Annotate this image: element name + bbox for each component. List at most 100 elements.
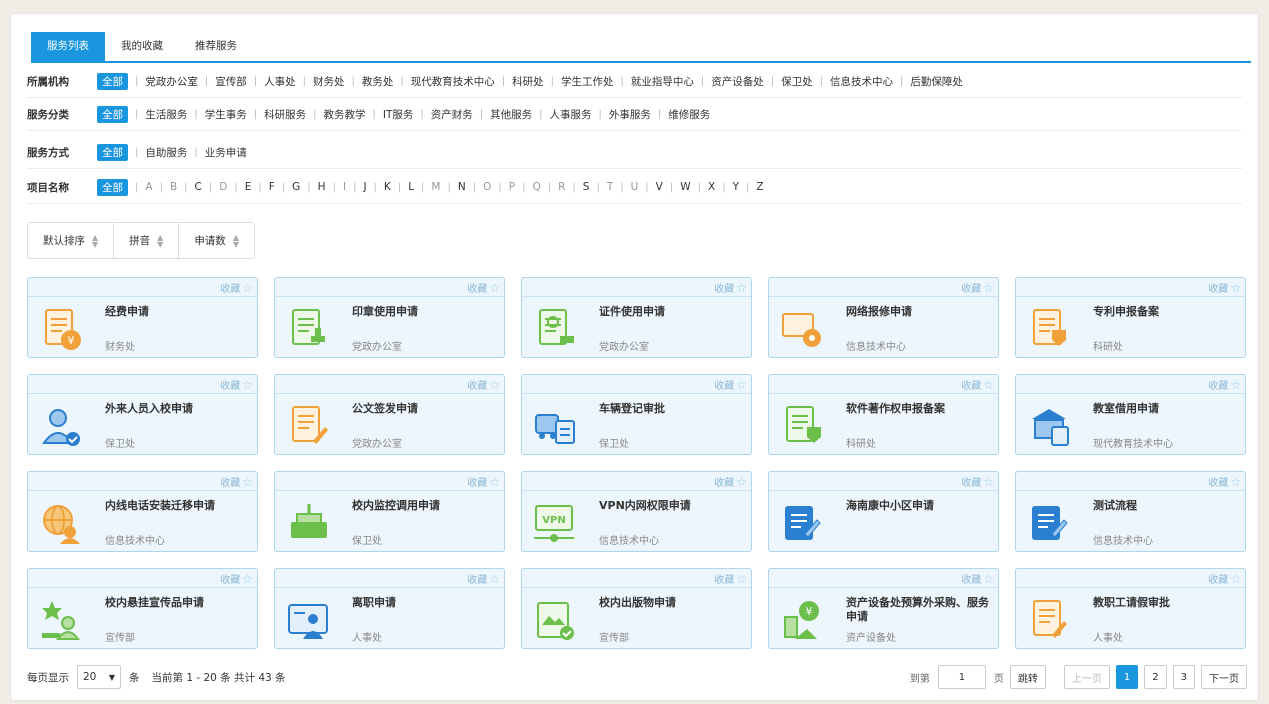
favorite-button[interactable]: 收藏 ☆ [467,474,500,490]
favorite-button[interactable]: 收藏 ☆ [1208,474,1241,490]
filter-item-org[interactable]: 信息技术中心 [830,74,893,89]
favorite-button[interactable]: 收藏 ☆ [220,571,253,587]
tab-recommended[interactable]: 推荐服务 [179,32,253,61]
goto-page-input[interactable]: 1 [937,665,986,689]
favorite-button[interactable]: 收藏 ☆ [714,571,747,587]
filter-item-name[interactable]: S [583,181,590,193]
favorite-button[interactable]: 收藏 ☆ [467,377,500,393]
filter-item-org[interactable]: 资产设备处 [711,74,764,89]
filter-item-method[interactable]: 业务申请 [205,145,247,160]
prev-page-button[interactable]: 上一页 [1063,665,1110,689]
filter-item-name[interactable]: F [269,181,275,193]
service-card[interactable]: 收藏 ☆ VPN VPN内网权限申请 信息技术中心 [521,471,752,552]
service-card[interactable]: 收藏 ☆ 海南康中小区申请 [768,471,999,552]
filter-item-org[interactable]: 现代教育技术中心 [411,74,495,89]
sort-default-button[interactable]: 默认排序 ▲ ▼ [28,223,115,258]
sort-pinyin-button[interactable]: 拼音 ▲ ▼ [114,223,180,258]
filter-item-org[interactable]: 学生工作处 [561,74,614,89]
favorite-button[interactable]: 收藏 ☆ [714,474,747,490]
filter-item-name[interactable]: P [509,181,515,193]
filter-item-category[interactable]: 学生事务 [205,107,247,122]
service-card[interactable]: 收藏 ☆ 离职申请 人事处 [274,568,505,649]
filter-item-org[interactable]: 教务处 [362,74,394,89]
tab-service-list[interactable]: 服务列表 [31,32,105,61]
filter-item-name[interactable]: L [408,181,414,193]
filter-item-name[interactable]: G [292,181,300,193]
filter-item-name[interactable]: T [607,181,613,193]
filter-item-name[interactable]: J [363,181,366,193]
filter-item-org[interactable]: 人事处 [264,74,296,89]
filter-item-name[interactable]: H [318,181,326,193]
page-button-1[interactable]: 1 [1115,665,1139,689]
service-card[interactable]: 收藏 ☆ 证件使用申请 党政办公室 [521,277,752,358]
favorite-button[interactable]: 收藏 ☆ [714,377,747,393]
filter-item-org[interactable]: 党政办公室 [145,74,198,89]
filter-item-org[interactable]: 后勤保障处 [910,74,963,89]
filter-item-name[interactable]: E [245,181,252,193]
favorite-button[interactable]: 收藏 ☆ [961,474,994,490]
filter-item-name[interactable]: D [219,181,227,193]
favorite-button[interactable]: 收藏 ☆ [714,280,747,296]
service-card[interactable]: 收藏 ☆ 公文签发申请 党政办公室 [274,374,505,455]
filter-item-name[interactable]: R [558,181,565,193]
filter-item-name[interactable]: Z [756,181,763,193]
service-card[interactable]: 收藏 ☆ 车辆登记审批 保卫处 [521,374,752,455]
filter-item-category[interactable]: 维修服务 [668,107,710,122]
favorite-button[interactable]: 收藏 ☆ [220,474,253,490]
page-button-2[interactable]: 2 [1144,665,1167,689]
tab-my-favorites[interactable]: 我的收藏 [105,32,179,61]
filter-item-name[interactable]: Q [532,181,540,193]
filter-item-name[interactable]: K [384,181,391,193]
service-card[interactable]: 收藏 ☆ 内线电话安装迁移申请 信息技术中心 [27,471,258,552]
filter-item-name[interactable]: I [343,181,346,193]
filter-item-org[interactable]: 全部 [97,72,128,90]
favorite-button[interactable]: 收藏 ☆ [1208,280,1241,296]
service-card[interactable]: 收藏 ☆ 软件著作权申报备案 科研处 [768,374,999,455]
favorite-button[interactable]: 收藏 ☆ [961,571,994,587]
service-card[interactable]: 收藏 ☆ 专利申报备案 科研处 [1015,277,1246,358]
filter-item-category[interactable]: 教务教学 [324,107,366,122]
filter-item-org[interactable]: 财务处 [313,74,345,89]
favorite-button[interactable]: 收藏 ☆ [220,280,253,296]
service-card[interactable]: 收藏 ☆ 校内出版物申请 宣传部 [521,568,752,649]
filter-item-method[interactable]: 全部 [97,143,128,161]
favorite-button[interactable]: 收藏 ☆ [961,377,994,393]
service-card[interactable]: 收藏 ☆ 校内悬挂宣传品申请 宣传部 [27,568,258,649]
filter-item-name[interactable]: W [680,181,690,193]
service-card[interactable]: 收藏 ☆ 印章使用申请 党政办公室 [274,277,505,358]
filter-item-name[interactable]: O [483,181,491,193]
filter-item-category[interactable]: 外事服务 [609,107,651,122]
filter-item-org[interactable]: 科研处 [512,74,544,89]
favorite-button[interactable]: 收藏 ☆ [220,377,253,393]
jump-button[interactable]: 跳转 [1009,665,1046,689]
service-card[interactable]: 收藏 ☆ 教职工请假审批 人事处 [1015,568,1246,649]
filter-item-name[interactable]: B [170,181,177,193]
service-card[interactable]: 收藏 ☆ ¥ 经费申请 财务处 [27,277,258,358]
service-card[interactable]: 收藏 ☆ 网络报修申请 信息技术中心 [768,277,999,358]
filter-item-category[interactable]: 资产财务 [431,107,473,122]
filter-item-name[interactable]: 全部 [97,178,128,196]
filter-item-org[interactable]: 宣传部 [215,74,247,89]
filter-item-category[interactable]: 全部 [97,105,128,123]
service-card[interactable]: 收藏 ☆ 外来人员入校申请 保卫处 [27,374,258,455]
sort-count-button[interactable]: 申请数 ▲ ▼ [179,223,254,258]
filter-item-org[interactable]: 就业指导中心 [631,74,694,89]
filter-item-category[interactable]: 人事服务 [550,107,592,122]
service-card[interactable]: 收藏 ☆ 校内监控调用申请 保卫处 [274,471,505,552]
filter-item-category[interactable]: IT服务 [383,107,414,122]
service-card[interactable]: 收藏 ☆ 教室借用申请 现代教育技术中心 [1015,374,1246,455]
favorite-button[interactable]: 收藏 ☆ [467,571,500,587]
page-button-3[interactable]: 3 [1172,665,1195,689]
filter-item-name[interactable]: X [708,181,715,193]
filter-item-category[interactable]: 生活服务 [145,107,187,122]
favorite-button[interactable]: 收藏 ☆ [961,280,994,296]
favorite-button[interactable]: 收藏 ☆ [467,280,500,296]
filter-item-name[interactable]: U [631,181,639,193]
filter-item-name[interactable]: M [431,181,440,193]
service-card[interactable]: 收藏 ☆ 测试流程 信息技术中心 [1015,471,1246,552]
favorite-button[interactable]: 收藏 ☆ [1208,377,1241,393]
filter-item-name[interactable]: A [145,181,152,193]
filter-item-name[interactable]: Y [733,181,739,193]
filter-item-method[interactable]: 自助服务 [145,145,187,160]
filter-item-name[interactable]: V [656,181,663,193]
